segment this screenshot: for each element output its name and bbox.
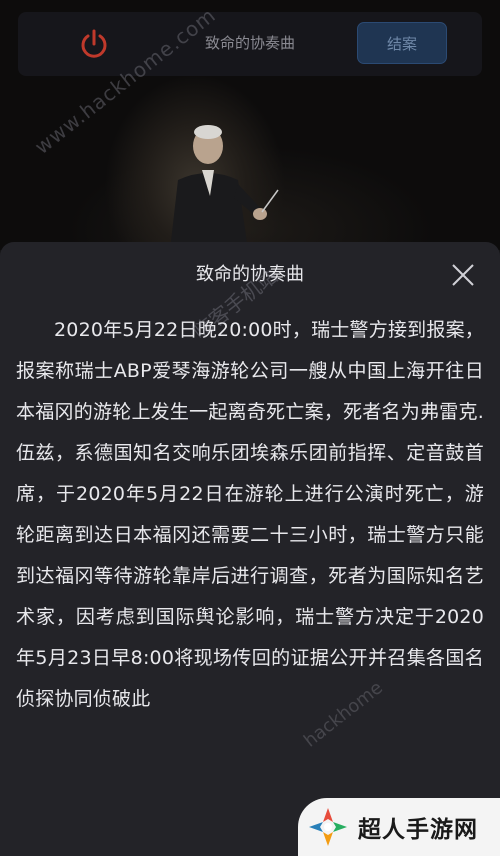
site-logo: 超人手游网 <box>298 798 500 856</box>
close-case-button[interactable]: 结案 <box>357 22 447 64</box>
logo-icon <box>309 808 347 846</box>
close-icon[interactable] <box>450 262 476 288</box>
logo-text: 超人手游网 <box>358 817 478 843</box>
conductor-image <box>170 125 279 250</box>
scene-background: 致命的协奏曲 结案 www.hackhome.com <box>0 0 500 250</box>
story-modal: 致命的协奏曲 2020年5月22日晚20:00时，瑞士警方接到报案，报案称瑞士A… <box>0 242 500 856</box>
story-text: 2020年5月22日晚20:00时，瑞士警方接到报案，报案称瑞士ABP爱琴海游轮… <box>16 319 484 710</box>
